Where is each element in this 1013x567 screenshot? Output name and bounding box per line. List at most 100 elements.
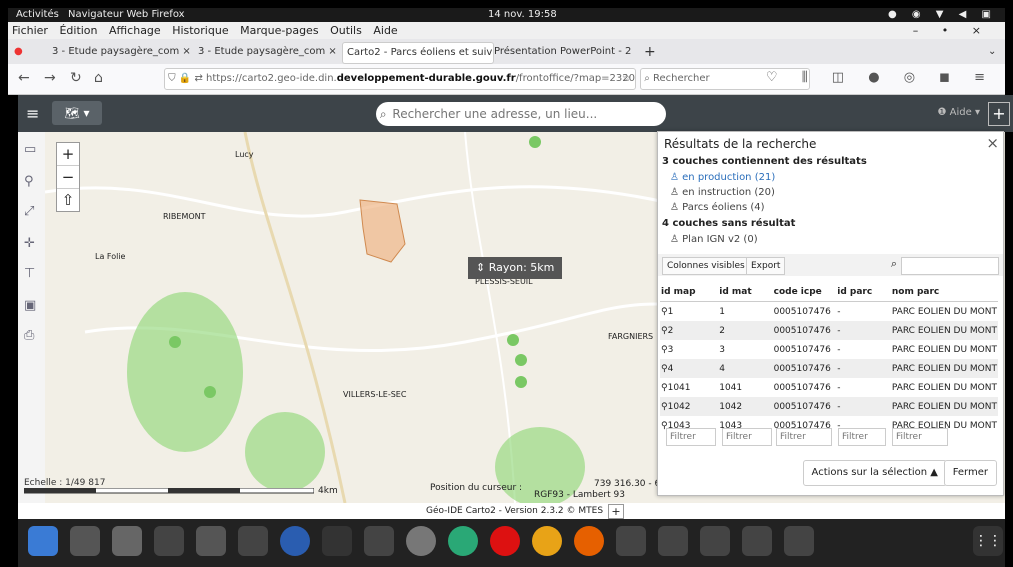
- layer-en-production[interactable]: ♙ en production (21): [670, 172, 775, 183]
- system-tray[interactable]: ● ◉ ▼ ◀ ▣: [888, 8, 997, 22]
- cell-nom-parc: PARC EOLIEN DU MONT: [890, 359, 998, 378]
- zoom-out-button[interactable]: −: [57, 166, 79, 189]
- search-icon: ⌕: [644, 73, 650, 84]
- terminal-icon[interactable]: [322, 526, 352, 556]
- print-icon[interactable]: ⎙: [24, 328, 34, 343]
- app-icon[interactable]: [238, 526, 268, 556]
- north-arrow-icon[interactable]: ⇧: [57, 189, 79, 211]
- layer-label: Parcs éoliens (4): [682, 202, 765, 213]
- chrome-icon[interactable]: [532, 526, 562, 556]
- clock[interactable]: 14 nov. 19:58: [488, 8, 557, 22]
- gimp-icon[interactable]: [196, 526, 226, 556]
- selection-actions-button[interactable]: Actions sur la sélection ▲: [802, 460, 947, 486]
- close-button[interactable]: Fermer: [943, 460, 997, 486]
- reload-icon[interactable]: ↻: [70, 70, 82, 86]
- col-id-parc[interactable]: id parc: [836, 282, 891, 302]
- tab-etude-2[interactable]: 3 - Etude paysagère_com ×: [198, 42, 338, 62]
- crosshair-icon[interactable]: ✛: [24, 236, 35, 251]
- menu-affichage[interactable]: Affichage: [109, 24, 161, 37]
- back-icon[interactable]: ←: [18, 70, 30, 86]
- col-code-icpe[interactable]: code icpe: [772, 282, 837, 302]
- col-id-mat[interactable]: id mat: [718, 282, 773, 302]
- close-icon[interactable]: ×: [986, 134, 999, 152]
- tab-etude-1[interactable]: 3 - Etude paysagère_com ×: [52, 42, 192, 62]
- settings-icon[interactable]: [70, 526, 100, 556]
- shield-icon: ⛉ 🔒 ⇄: [165, 73, 207, 84]
- zoom-in-button[interactable]: +: [57, 143, 79, 166]
- filter-id-mat[interactable]: [722, 428, 772, 446]
- forward-icon[interactable]: →: [44, 70, 56, 86]
- firefox-view-icon[interactable]: ●: [14, 42, 26, 62]
- place-label: VILLERS-LE-SEC: [343, 390, 407, 399]
- filter-id-parc[interactable]: [838, 428, 886, 446]
- home-icon[interactable]: ⌂: [94, 70, 103, 86]
- help-icon[interactable]: [112, 526, 142, 556]
- activities-button[interactable]: Activités: [16, 8, 59, 22]
- locate-icon[interactable]: ⚲: [24, 174, 34, 189]
- add-button[interactable]: +: [988, 102, 1010, 126]
- browser-toolbar-icons[interactable]: ♡ ⫼ ◫ ● ◎ ◼ ≡: [766, 70, 995, 85]
- url-prefix: https://carto2.geo-ide.din.: [206, 73, 337, 84]
- calculator-icon[interactable]: [154, 526, 184, 556]
- tab-list-icon[interactable]: ⌄: [988, 42, 996, 62]
- url-suffix: /frontoffice/?map=23200: [515, 73, 636, 84]
- layers-icon[interactable]: ▭: [24, 142, 36, 157]
- firefox-icon[interactable]: [574, 526, 604, 556]
- app-icon[interactable]: [700, 526, 730, 556]
- cell-id-map: ⚲4: [660, 359, 719, 378]
- menu-historique[interactable]: Historique: [172, 24, 228, 37]
- app-icon[interactable]: [364, 526, 394, 556]
- cell-id-mat: 4: [718, 359, 773, 378]
- table-row[interactable]: ⚲1042 1042 0005107476- PARC EOLIEN DU MONT: [660, 397, 998, 416]
- projection-select[interactable]: RGF93 - Lambert 93: [534, 490, 625, 500]
- menu-aide[interactable]: Aide: [373, 24, 397, 37]
- export-button[interactable]: Export: [746, 257, 786, 275]
- table-row[interactable]: ⚲4 4 0005107476- PARC EOLIEN DU MONT: [660, 359, 998, 378]
- app-icon[interactable]: [658, 526, 688, 556]
- window-controls[interactable]: – • ×: [913, 22, 991, 39]
- filter-code-icpe[interactable]: [776, 428, 832, 446]
- menu-outils[interactable]: Outils: [330, 24, 362, 37]
- menu-fichier[interactable]: Fichier: [12, 24, 48, 37]
- results-filter-input[interactable]: [901, 257, 999, 275]
- menu-edition[interactable]: Édition: [59, 24, 97, 37]
- layer-parcs-eoliens[interactable]: ♙ Parcs éoliens (4): [670, 202, 765, 213]
- app-icon[interactable]: [742, 526, 772, 556]
- table-row[interactable]: ⚲2 2 0005107476- PARC EOLIEN DU MONT: [660, 321, 998, 340]
- map-menu-button[interactable]: 🗺 ▾: [52, 101, 102, 125]
- visible-columns-button[interactable]: Colonnes visibles: [662, 257, 750, 275]
- opera-icon[interactable]: [490, 526, 520, 556]
- bookmark-star-icon[interactable]: ☆: [622, 69, 631, 89]
- camera-icon[interactable]: [616, 526, 646, 556]
- app-icon[interactable]: [448, 526, 478, 556]
- trash-icon[interactable]: [784, 526, 814, 556]
- table-row[interactable]: ⚲3 3 0005107476- PARC EOLIEN DU MONT: [660, 340, 998, 359]
- thunderbird-icon[interactable]: [280, 526, 310, 556]
- hamburger-icon[interactable]: ≡: [26, 104, 39, 123]
- col-nom-parc[interactable]: nom parc: [890, 282, 998, 302]
- table-row[interactable]: ⚲1 1 0005107476- PARC EOLIEN DU MONT: [660, 302, 998, 322]
- table-row[interactable]: ⚲1041 1041 0005107476- PARC EOLIEN DU MONT: [660, 378, 998, 397]
- tab-powerpoint[interactable]: Présentation PowerPoint - 2 ×: [494, 42, 634, 62]
- address-search-field[interactable]: ⌕: [376, 102, 666, 126]
- measure-icon[interactable]: ⤢: [24, 204, 34, 219]
- col-id-map[interactable]: id map: [660, 282, 719, 302]
- new-tab-button[interactable]: +: [644, 42, 656, 62]
- help-menu[interactable]: ❶ Aide ▾: [938, 107, 980, 118]
- app-grid-icon[interactable]: ⋮⋮: [973, 526, 1003, 556]
- url-bar[interactable]: ⛉ 🔒 ⇄ https://carto2.geo-ide.din.develop…: [164, 68, 636, 90]
- menu-marque-pages[interactable]: Marque-pages: [240, 24, 318, 37]
- layer-plan-ign[interactable]: ♙ Plan IGN v2 (0): [670, 234, 758, 245]
- cell-id-map: ⚲2: [660, 321, 719, 340]
- filter-icon[interactable]: ⊤: [24, 266, 35, 281]
- layer-en-instruction[interactable]: ♙ en instruction (20): [670, 187, 775, 198]
- cell-id-parc: -: [836, 359, 891, 378]
- disk-icon[interactable]: [406, 526, 436, 556]
- image-icon[interactable]: ▣: [24, 298, 36, 313]
- filter-nom-parc[interactable]: [892, 428, 948, 446]
- address-search-input[interactable]: [390, 106, 655, 122]
- footer-plus-button[interactable]: +: [608, 504, 624, 519]
- tab-carto2[interactable]: Carto2 - Parcs éoliens et suiv ×: [342, 42, 494, 64]
- filter-id-map[interactable]: [666, 428, 716, 446]
- files-icon[interactable]: [28, 526, 58, 556]
